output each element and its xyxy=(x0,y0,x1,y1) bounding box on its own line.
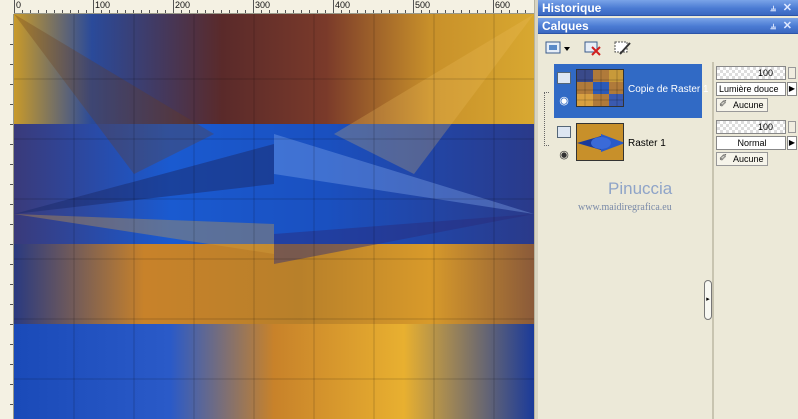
ruler-label: 600 xyxy=(495,0,511,10)
canvas-artwork xyxy=(14,14,534,419)
delete-layer-icon xyxy=(584,41,601,56)
layer-icons: ◉ xyxy=(554,64,574,118)
link-icon: ✐ xyxy=(719,99,728,110)
layer-name: Raster 1 xyxy=(628,138,666,149)
new-layer-button[interactable] xyxy=(542,38,572,58)
layer-icons: ◉ xyxy=(554,118,574,172)
opacity-spinner[interactable] xyxy=(788,67,796,79)
pin-icon[interactable]: ⫨ xyxy=(770,19,776,35)
opacity-spinner[interactable] xyxy=(788,121,796,133)
layer-properties: 100 Lumière douce ▶ ✐ Aucune 100 Normal … xyxy=(714,62,798,419)
horizontal-ruler: 0 100 200 300 400 500 600 xyxy=(0,0,534,14)
delete-layer-button[interactable] xyxy=(582,38,604,58)
layer-group-bracket xyxy=(544,92,549,146)
close-icon[interactable]: ✕ xyxy=(783,18,792,34)
close-icon[interactable]: ✕ xyxy=(783,0,792,16)
layer-name: Copie de Raster 1 xyxy=(628,84,709,95)
panel-expand-handle[interactable]: ▸ xyxy=(704,280,712,320)
link-icon: ✐ xyxy=(719,153,728,164)
raster-layer-icon xyxy=(557,126,571,138)
blend-mode-select[interactable]: Lumière douce xyxy=(716,82,786,96)
app-window: 0 100 200 300 400 500 600 Historique ⫨ ✕… xyxy=(0,0,798,419)
layers-panel-header[interactable]: Calques ⫨ ✕ xyxy=(538,18,798,34)
chevron-right-icon[interactable]: ▶ xyxy=(787,82,797,96)
ruler-label: 200 xyxy=(175,0,191,10)
layers-toolbar xyxy=(538,35,798,62)
history-panel-title: Historique xyxy=(542,1,602,15)
ruler-label: 400 xyxy=(335,0,351,10)
mask-label: Aucune xyxy=(733,154,764,164)
layer-row-copie-de-raster-1[interactable]: ◉ Copie de Raster 1 xyxy=(554,64,709,118)
ruler-label: 0 xyxy=(16,0,22,10)
mask-select[interactable]: ✐ Aucune xyxy=(716,98,768,112)
mask-select[interactable]: ✐ Aucune xyxy=(716,152,768,166)
eye-icon[interactable]: ◉ xyxy=(556,150,572,161)
eye-icon[interactable]: ◉ xyxy=(556,96,572,107)
layer-properties-button[interactable] xyxy=(612,38,634,58)
layer-properties-raster: 100 Normal ▶ ✐ Aucune xyxy=(716,118,798,168)
layer-row-raster-1[interactable]: ◉ Raster 1 xyxy=(554,118,702,172)
image-canvas[interactable] xyxy=(14,14,534,419)
opacity-value: 100 xyxy=(757,122,773,132)
vertical-ruler xyxy=(0,14,14,419)
ruler-label: 500 xyxy=(415,0,431,10)
blend-mode-select[interactable]: Normal xyxy=(716,136,786,150)
layer-thumbnail xyxy=(576,123,624,161)
pin-icon[interactable]: ⫨ xyxy=(770,1,776,17)
new-layer-icon xyxy=(545,41,570,54)
history-panel-header[interactable]: Historique ⫨ ✕ xyxy=(538,0,798,16)
raster-layer-icon xyxy=(557,72,571,84)
watermark-url: www.maidiregrafica.eu xyxy=(578,202,672,213)
properties-icon xyxy=(614,41,631,55)
ruler-label: 100 xyxy=(95,0,111,10)
mask-label: Aucune xyxy=(733,100,764,110)
layer-thumbnail xyxy=(576,69,624,107)
watermark-name: Pinuccia xyxy=(608,179,673,198)
opacity-field[interactable]: 100 xyxy=(716,120,786,134)
layers-panel-title: Calques xyxy=(542,19,589,33)
opacity-field[interactable]: 100 xyxy=(716,66,786,80)
opacity-value: 100 xyxy=(757,68,773,78)
layer-properties-copie: 100 Lumière douce ▶ ✐ Aucune xyxy=(716,64,798,114)
ruler-label: 300 xyxy=(255,0,271,10)
layers-list: ◉ Copie de Raster 1 ◉ Raster 1 Pinuccia … xyxy=(538,62,710,419)
ruler-corner xyxy=(0,0,14,14)
chevron-right-icon[interactable]: ▶ xyxy=(787,136,797,150)
